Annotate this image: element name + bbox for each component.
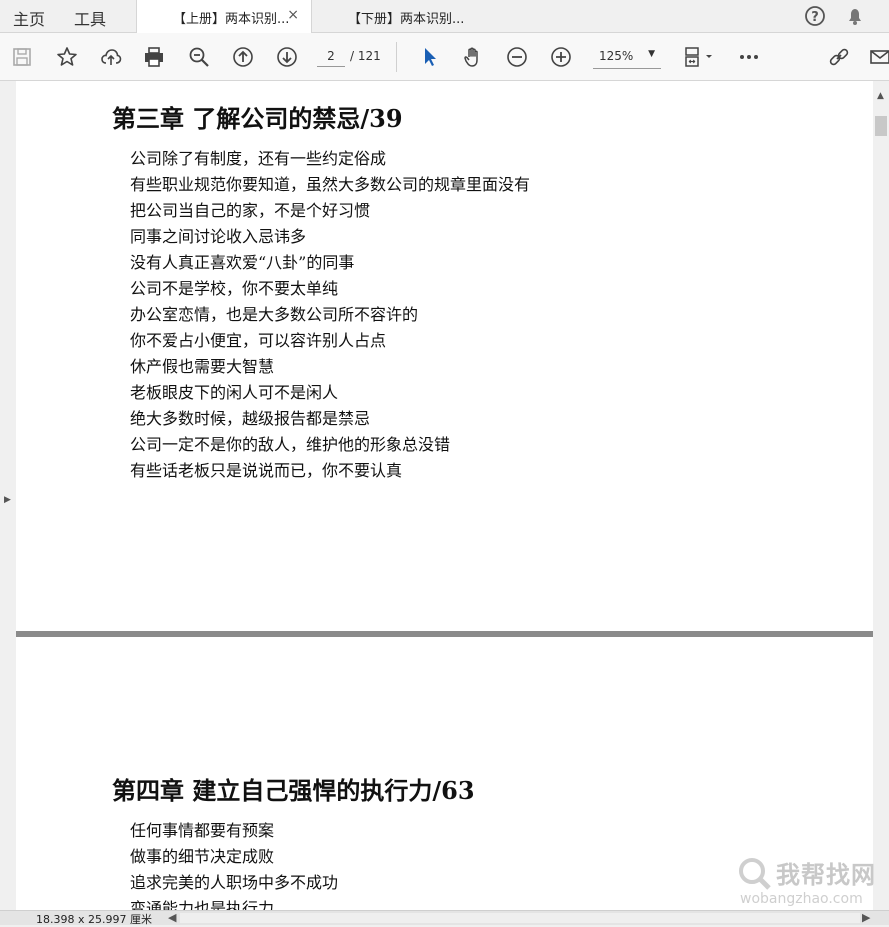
list-item: 休产假也需要大智慧 — [130, 357, 275, 376]
document-view[interactable]: ▶ 第三章 了解公司的禁忌/39 公司除了有制度，还有一些约定俗成 有些职业规范… — [0, 81, 889, 910]
list-item: 绝大多数时候，越级报告都是禁忌 — [130, 409, 371, 428]
page-display-icon[interactable] — [680, 43, 720, 71]
cloud-upload-icon[interactable] — [97, 43, 125, 71]
chevron-down-icon: ▼ — [648, 49, 655, 59]
chapter-title: 第三章 了解公司的禁忌/39 — [112, 104, 403, 133]
plus-circle-icon[interactable] — [547, 43, 575, 71]
tab-volume-1[interactable]: 【上册】两本识别... × — [136, 0, 312, 34]
list-item: 公司除了有制度，还有一些约定俗成 — [130, 149, 387, 168]
zoom-out-search-icon[interactable] — [185, 43, 213, 71]
share-link-icon[interactable] — [825, 43, 853, 71]
tools-link[interactable]: 工具 — [74, 6, 106, 30]
watermark-url: wobangzhao.com — [740, 891, 863, 907]
save-icon[interactable] — [8, 43, 36, 71]
list-item: 办公室恋情，也是大多数公司所不容许的 — [130, 305, 419, 324]
zoom-select[interactable]: 125% ▼ — [593, 45, 661, 69]
zoom-value: 125% — [599, 49, 634, 63]
tab-volume-2[interactable]: 【下册】两本识别... — [312, 0, 488, 33]
list-item: 追求完美的人职场中多不成功 — [130, 873, 339, 892]
page-number-input[interactable] — [317, 45, 345, 67]
top-tab-bar: 主页 工具 【上册】两本识别... × 【下册】两本识别... ? — [0, 0, 889, 34]
bell-icon[interactable] — [843, 4, 867, 28]
scroll-thumb[interactable] — [875, 116, 887, 136]
watermark: 我帮找网 wobangzhao.com — [732, 853, 882, 913]
list-item: 把公司当自己的家，不是个好习惯 — [130, 201, 371, 220]
email-icon[interactable] — [866, 43, 889, 71]
scroll-right-arrow-icon[interactable]: ▶ — [862, 911, 870, 924]
cursor-icon[interactable] — [416, 43, 444, 71]
toolbar-divider — [396, 42, 397, 72]
list-item: 没有人真正喜欢爱“八卦”的同事 — [130, 253, 355, 272]
tab-label: 【下册】两本识别... — [348, 12, 465, 27]
chapter-title: 第四章 建立自己强悍的执行力/63 — [112, 776, 475, 805]
list-item: 有些职业规范你要知道，虽然大多数公司的规章里面没有 — [130, 175, 531, 194]
arrow-up-circle-icon[interactable] — [229, 43, 257, 71]
home-link[interactable]: 主页 — [13, 6, 45, 30]
watermark-text: 我帮找网 — [776, 861, 876, 889]
list-item: 公司不是学校，你不要太单纯 — [130, 279, 339, 298]
chapter-items: 公司除了有制度，还有一些约定俗成 有些职业规范你要知道，虽然大多数公司的规章里面… — [130, 146, 530, 484]
list-item: 变通能力也是执行力 — [130, 899, 275, 910]
hand-icon[interactable] — [459, 43, 487, 71]
main-toolbar: / 121 125% ▼ — [0, 33, 889, 81]
list-item: 你不爱占小便宜，可以容许别人占点 — [130, 331, 387, 350]
page-total: / 121 — [350, 49, 381, 63]
list-item: 公司一定不是你的敌人，维护他的形象总没错 — [130, 435, 451, 454]
arrow-down-circle-icon[interactable] — [273, 43, 301, 71]
horizontal-scrollbar[interactable] — [180, 913, 860, 923]
minus-circle-icon[interactable] — [503, 43, 531, 71]
list-item: 做事的细节决定成败 — [130, 847, 275, 866]
left-panel-toggle[interactable]: ▶ — [0, 81, 16, 910]
list-item: 老板眼皮下的闲人可不是闲人 — [130, 383, 339, 402]
list-item: 任何事情都要有预案 — [130, 821, 275, 840]
close-icon[interactable]: × — [287, 7, 299, 23]
scroll-left-arrow-icon[interactable]: ◀ — [168, 911, 176, 924]
magnifier-icon — [739, 858, 771, 890]
chapter-items: 任何事情都要有预案 做事的细节决定成败 追求完美的人职场中多不成功 变通能力也是… — [130, 818, 338, 910]
status-bar: 18.398 x 25.997 厘米 ◀ ▶ — [0, 910, 889, 926]
vertical-scrollbar[interactable]: ▲ — [873, 81, 889, 910]
help-icon[interactable]: ? — [803, 4, 827, 28]
list-item: 有些话老板只是说说而已，你不要认真 — [130, 461, 403, 480]
print-icon[interactable] — [140, 43, 168, 71]
expand-arrow-icon[interactable]: ▶ — [4, 495, 11, 505]
pdf-page: 第三章 了解公司的禁忌/39 公司除了有制度，还有一些约定俗成 有些职业规范你要… — [16, 81, 873, 631]
list-item: 同事之间讨论收入忌讳多 — [130, 227, 307, 246]
more-icon[interactable] — [735, 43, 763, 71]
scroll-up-arrow-icon[interactable]: ▲ — [877, 91, 884, 101]
tab-label: 【上册】两本识别... — [173, 12, 290, 27]
star-icon[interactable] — [53, 43, 81, 71]
svg-text:?: ? — [811, 10, 819, 25]
